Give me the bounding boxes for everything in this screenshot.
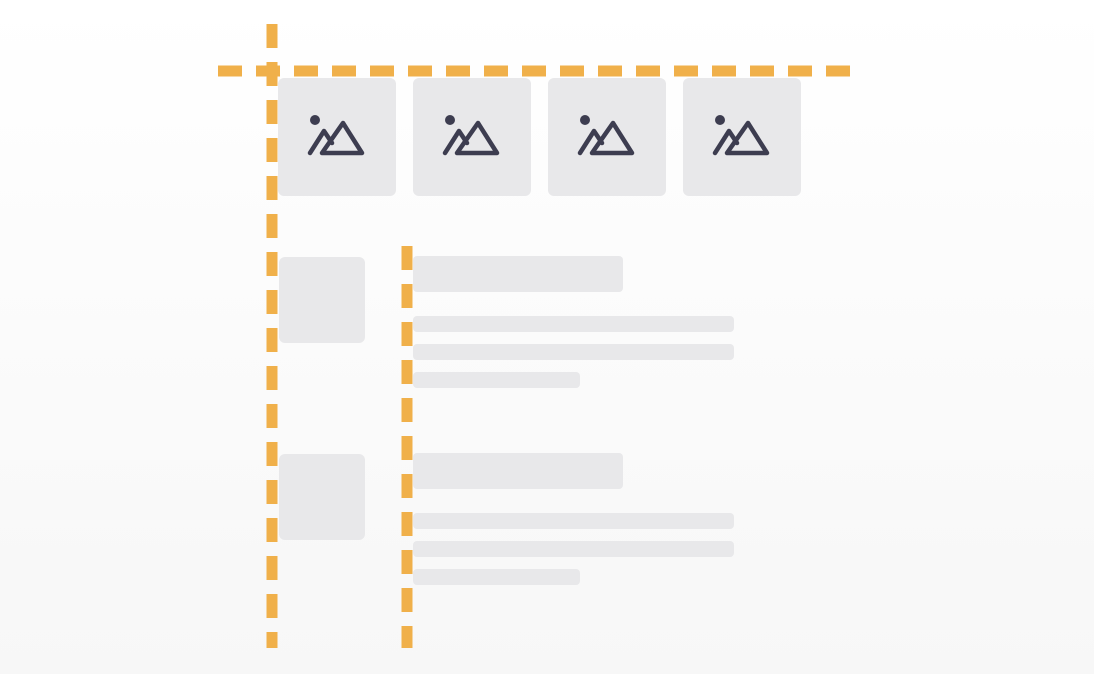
alignment-guides [218, 24, 862, 648]
